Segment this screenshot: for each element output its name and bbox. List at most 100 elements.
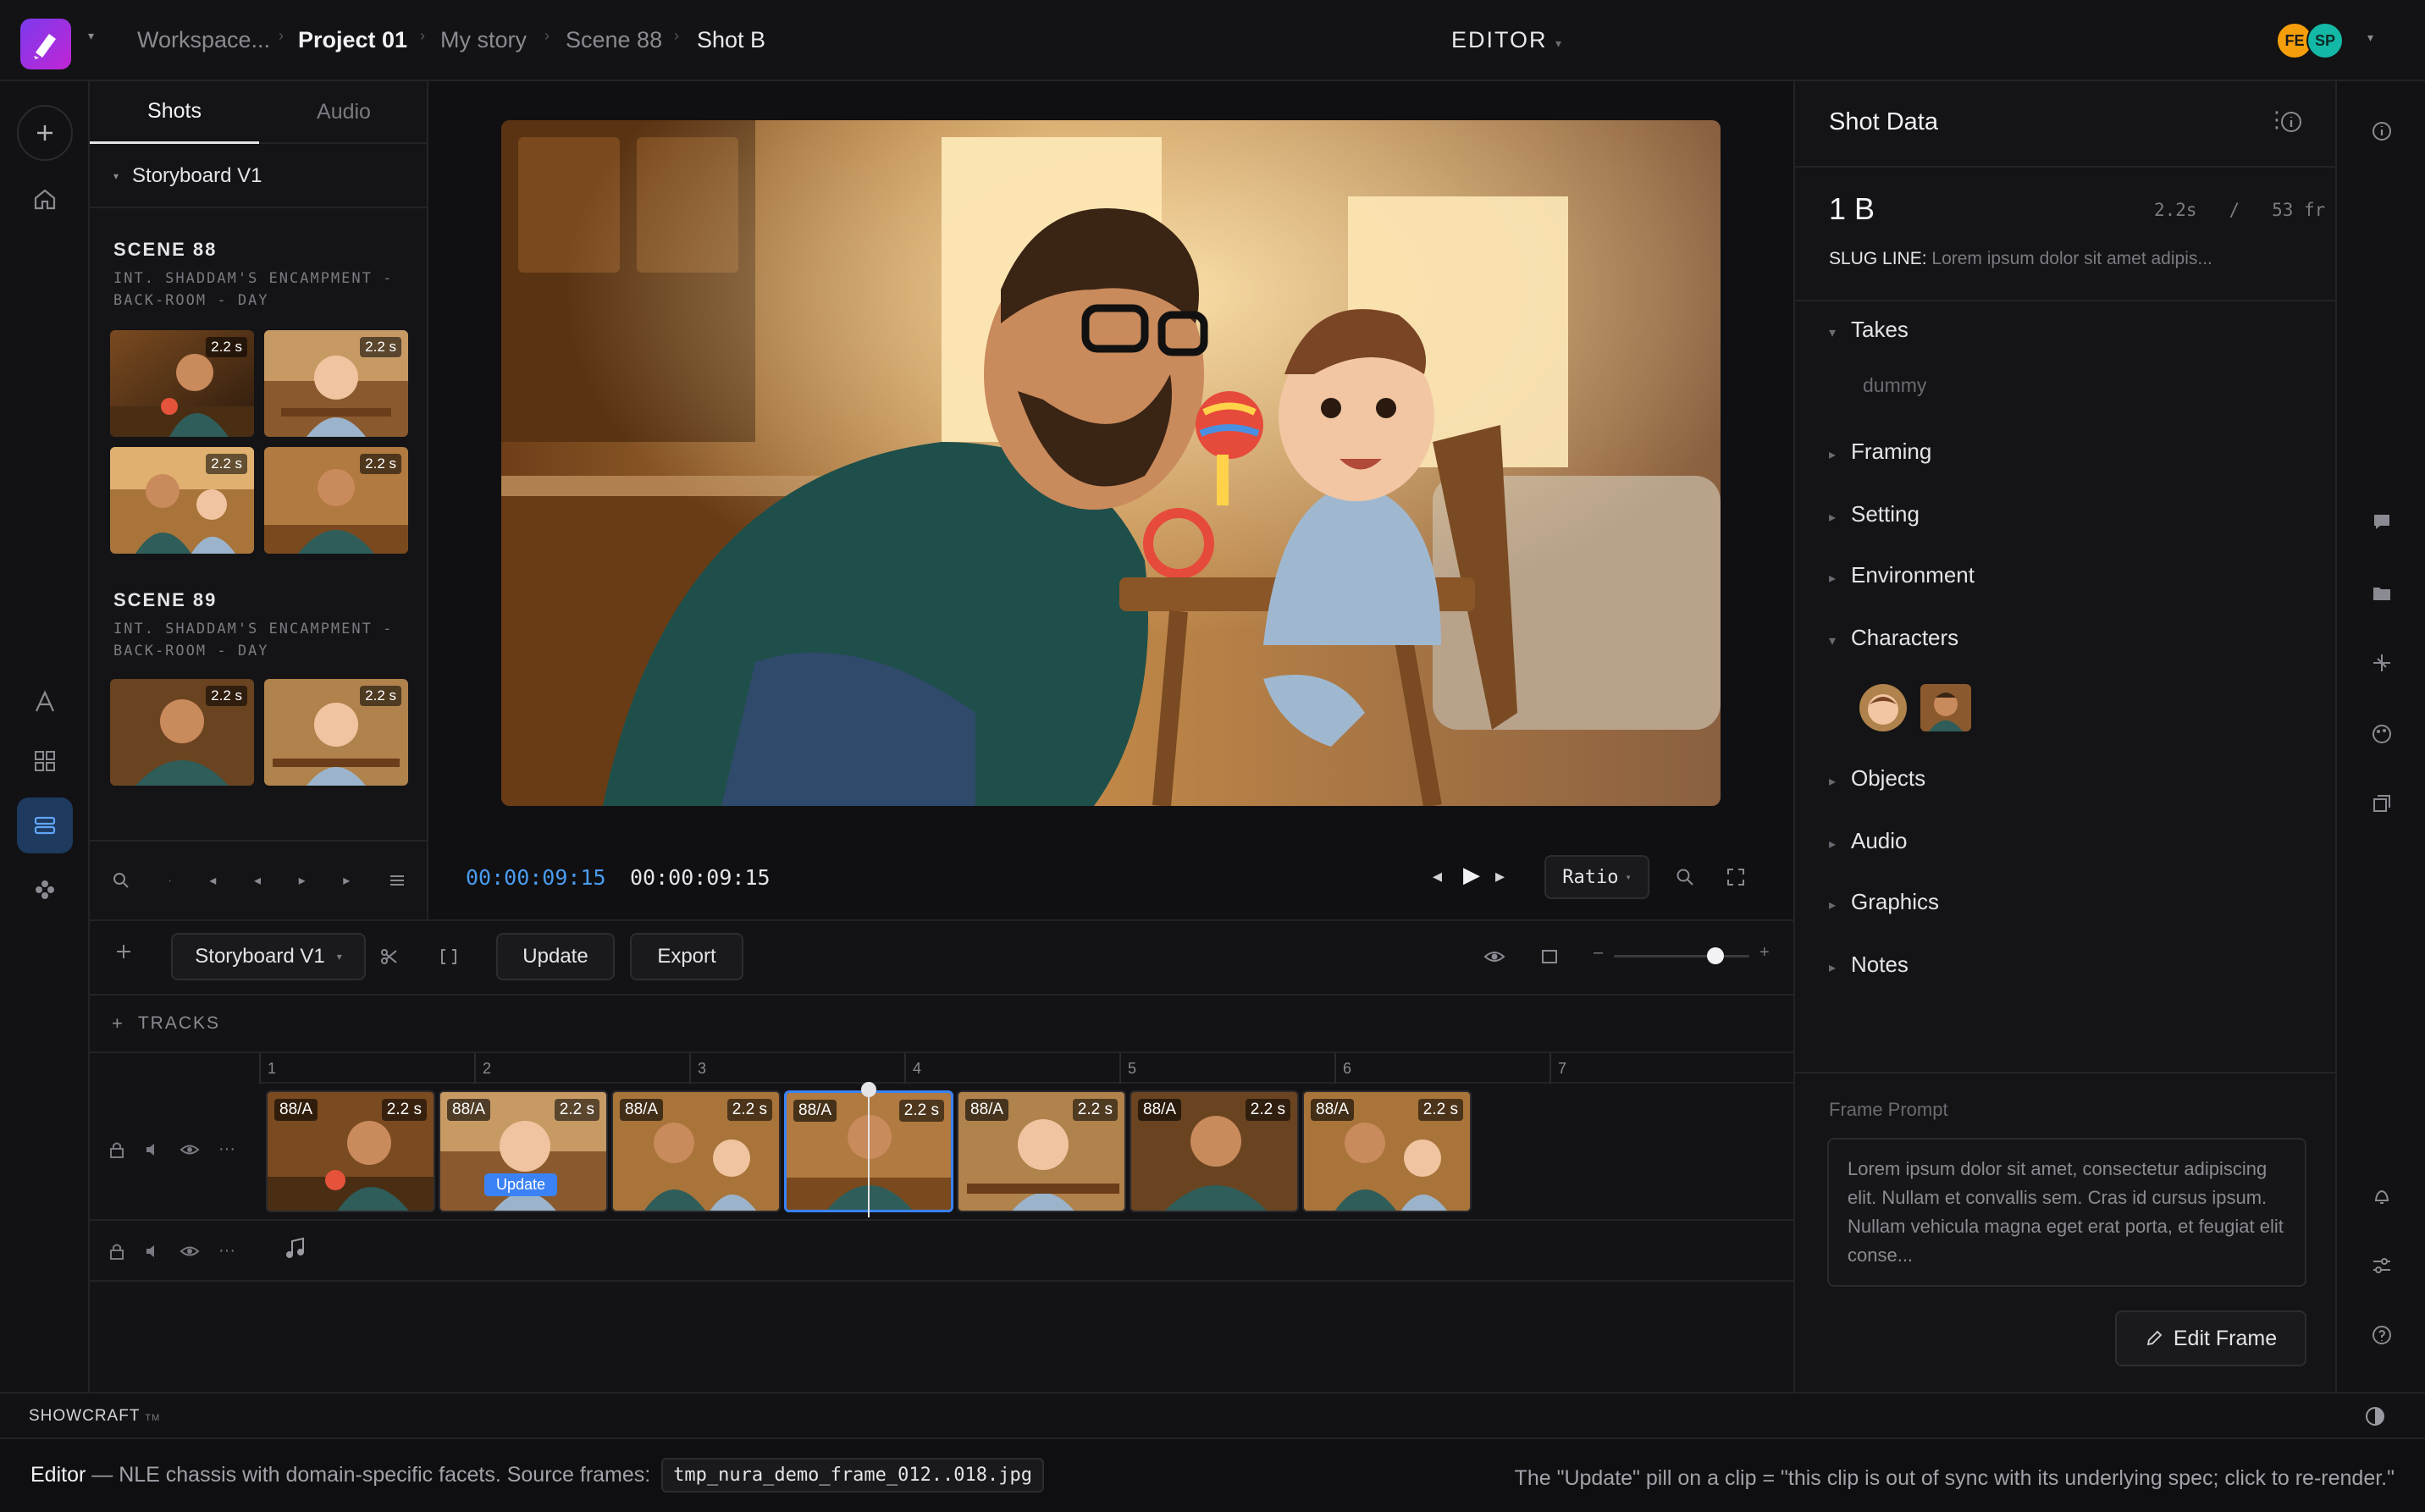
- zoom-slider-handle[interactable]: [1707, 947, 1724, 964]
- breadcrumb-story[interactable]: My story: [440, 27, 527, 53]
- eye-icon[interactable]: [180, 1141, 200, 1158]
- more-icon[interactable]: ···: [218, 1140, 235, 1159]
- sliders-icon[interactable]: [2371, 1255, 2393, 1277]
- home-icon[interactable]: [17, 171, 73, 227]
- breadcrumb-project[interactable]: Project 01: [298, 27, 407, 53]
- playhead-handle[interactable]: [861, 1082, 876, 1097]
- skip-forward-icon[interactable]: ▸: [343, 872, 350, 889]
- shot-thumbnail[interactable]: 2.2 s: [110, 447, 254, 554]
- section-notes[interactable]: ▸ Notes: [1829, 952, 1909, 978]
- breadcrumb-scene[interactable]: Scene 88: [566, 27, 662, 53]
- section-framing[interactable]: ▸ Framing: [1829, 439, 1931, 465]
- timeline-clip[interactable]: 88/A 2.2 s: [611, 1090, 781, 1212]
- update-pill[interactable]: Update: [484, 1173, 558, 1196]
- workspace-dropdown-icon[interactable]: ▾: [88, 29, 94, 43]
- shot-thumbnail[interactable]: 2.2 s: [264, 679, 408, 786]
- storyboard-name: Storyboard V1: [132, 164, 262, 187]
- character-avatar-father[interactable]: [1920, 684, 1971, 731]
- theme-toggle-icon[interactable]: [2364, 1405, 2386, 1427]
- update-button[interactable]: Update: [496, 933, 615, 980]
- shot-thumbnail[interactable]: 2.2 s: [264, 330, 408, 437]
- tracks-header[interactable]: + TRACKS: [112, 1013, 220, 1035]
- timeline-clip[interactable]: 88/A 2.2 s: [957, 1090, 1126, 1212]
- list-icon[interactable]: [388, 871, 406, 890]
- add-icon[interactable]: [17, 105, 73, 161]
- tab-audio[interactable]: Audio: [259, 81, 428, 144]
- edit-frame-button[interactable]: Edit Frame: [2115, 1311, 2306, 1366]
- more-icon[interactable]: ···: [218, 1241, 235, 1261]
- volume-icon[interactable]: [144, 1243, 161, 1260]
- timeline-clip[interactable]: 88/A 2.2 s: [1302, 1090, 1472, 1212]
- comment-icon[interactable]: [2371, 511, 2393, 533]
- play-icon[interactable]: ▶: [1463, 862, 1480, 888]
- bell-icon[interactable]: [2371, 1185, 2393, 1207]
- breadcrumb-shot[interactable]: Shot B: [697, 27, 765, 53]
- app-logo[interactable]: [20, 19, 71, 69]
- storyboard-select[interactable]: Storyboard V1 ▾: [171, 933, 366, 980]
- info-icon[interactable]: [2279, 110, 2303, 134]
- lock-icon[interactable]: [108, 1140, 125, 1159]
- step-back-icon[interactable]: ◂: [1433, 865, 1442, 887]
- volume-icon[interactable]: [144, 1141, 161, 1158]
- clip-label: 88/A: [1138, 1099, 1182, 1121]
- frame-prompt-textarea[interactable]: Lorem ipsum dolor sit amet, consectetur …: [1827, 1138, 2306, 1287]
- timeline-clip[interactable]: 88/A 2.2 s: [1130, 1090, 1299, 1212]
- section-setting[interactable]: ▸ Setting: [1829, 501, 1920, 527]
- preview-frame[interactable]: [501, 120, 1721, 806]
- ratio-dropdown[interactable]: Ratio ▾: [1544, 855, 1649, 899]
- ruler-tick: [1549, 1053, 1551, 1084]
- scissors-icon[interactable]: [379, 946, 400, 967]
- shots-panel: Shots Audio ▾ Storyboard V1 SCENE 88 INT…: [90, 81, 428, 919]
- storyboard-icon[interactable]: [17, 797, 73, 853]
- take-item[interactable]: dummy: [1863, 374, 1926, 397]
- folder-icon[interactable]: [2371, 582, 2393, 604]
- help-icon[interactable]: [2371, 1324, 2393, 1346]
- shot-thumbnail[interactable]: 2.2 s: [110, 679, 254, 786]
- tab-shots[interactable]: Shots: [90, 81, 259, 144]
- account-dropdown-icon[interactable]: ▾: [2367, 30, 2373, 45]
- section-takes[interactable]: ▾ Takes: [1829, 317, 1909, 343]
- divider: [90, 1280, 1793, 1282]
- timeline-clip[interactable]: 88/A 2.2 s: [266, 1090, 435, 1212]
- lock-icon[interactable]: [108, 1242, 125, 1261]
- grid-icon[interactable]: [17, 733, 73, 789]
- fullscreen-icon[interactable]: [1726, 867, 1746, 887]
- zoom-in-icon[interactable]: +: [1759, 943, 1770, 963]
- prev-icon[interactable]: ◂: [254, 872, 261, 889]
- mode-title[interactable]: EDITOR ▾: [1422, 27, 1592, 53]
- breadcrumb-workspace[interactable]: Workspace...: [137, 27, 270, 53]
- skip-back-icon[interactable]: ◂: [209, 872, 216, 889]
- breadcrumb-separator: ›: [279, 27, 284, 44]
- section-environment[interactable]: ▸ Environment: [1829, 562, 1975, 588]
- timeline-clip[interactable]: 88/A 2.2 s Update: [439, 1090, 608, 1212]
- playhead[interactable]: [868, 1085, 870, 1217]
- eye-icon[interactable]: [1483, 946, 1505, 967]
- layers-icon[interactable]: [2371, 792, 2393, 814]
- frame-icon[interactable]: [1539, 946, 1560, 967]
- scene-88-title: SCENE 88: [113, 239, 218, 260]
- palette-icon[interactable]: [2371, 723, 2393, 745]
- zoom-out-icon[interactable]: –: [1594, 943, 1603, 963]
- section-audio[interactable]: ▸ Audio: [1829, 828, 1908, 854]
- export-button[interactable]: Export: [630, 933, 743, 980]
- search-icon[interactable]: [112, 871, 130, 890]
- zoom-slider[interactable]: [1614, 947, 1749, 964]
- character-avatar-baby[interactable]: [1859, 684, 1907, 731]
- zoom-icon[interactable]: [1675, 867, 1695, 887]
- section-graphics[interactable]: ▸ Graphics: [1829, 889, 1939, 915]
- section-characters[interactable]: ▾ Characters: [1829, 625, 1958, 651]
- eye-icon[interactable]: [180, 1243, 200, 1260]
- section-objects[interactable]: ▸ Objects: [1829, 765, 1925, 792]
- shot-thumbnail[interactable]: 2.2 s: [110, 330, 254, 437]
- bracket-icon[interactable]: [439, 946, 459, 967]
- storyboard-selector[interactable]: ▾ Storyboard V1: [90, 146, 428, 208]
- transform-icon[interactable]: [2371, 652, 2393, 674]
- info-icon[interactable]: [2371, 120, 2393, 142]
- shot-thumbnail[interactable]: 2.2 s: [264, 447, 408, 554]
- assets-icon[interactable]: [17, 862, 73, 918]
- next-icon[interactable]: ▸: [299, 872, 306, 889]
- step-forward-icon[interactable]: ▸: [1495, 865, 1505, 887]
- avatar-sp[interactable]: SP: [2306, 22, 2344, 59]
- typography-icon[interactable]: [17, 674, 73, 730]
- add-track-icon[interactable]: [113, 941, 134, 962]
